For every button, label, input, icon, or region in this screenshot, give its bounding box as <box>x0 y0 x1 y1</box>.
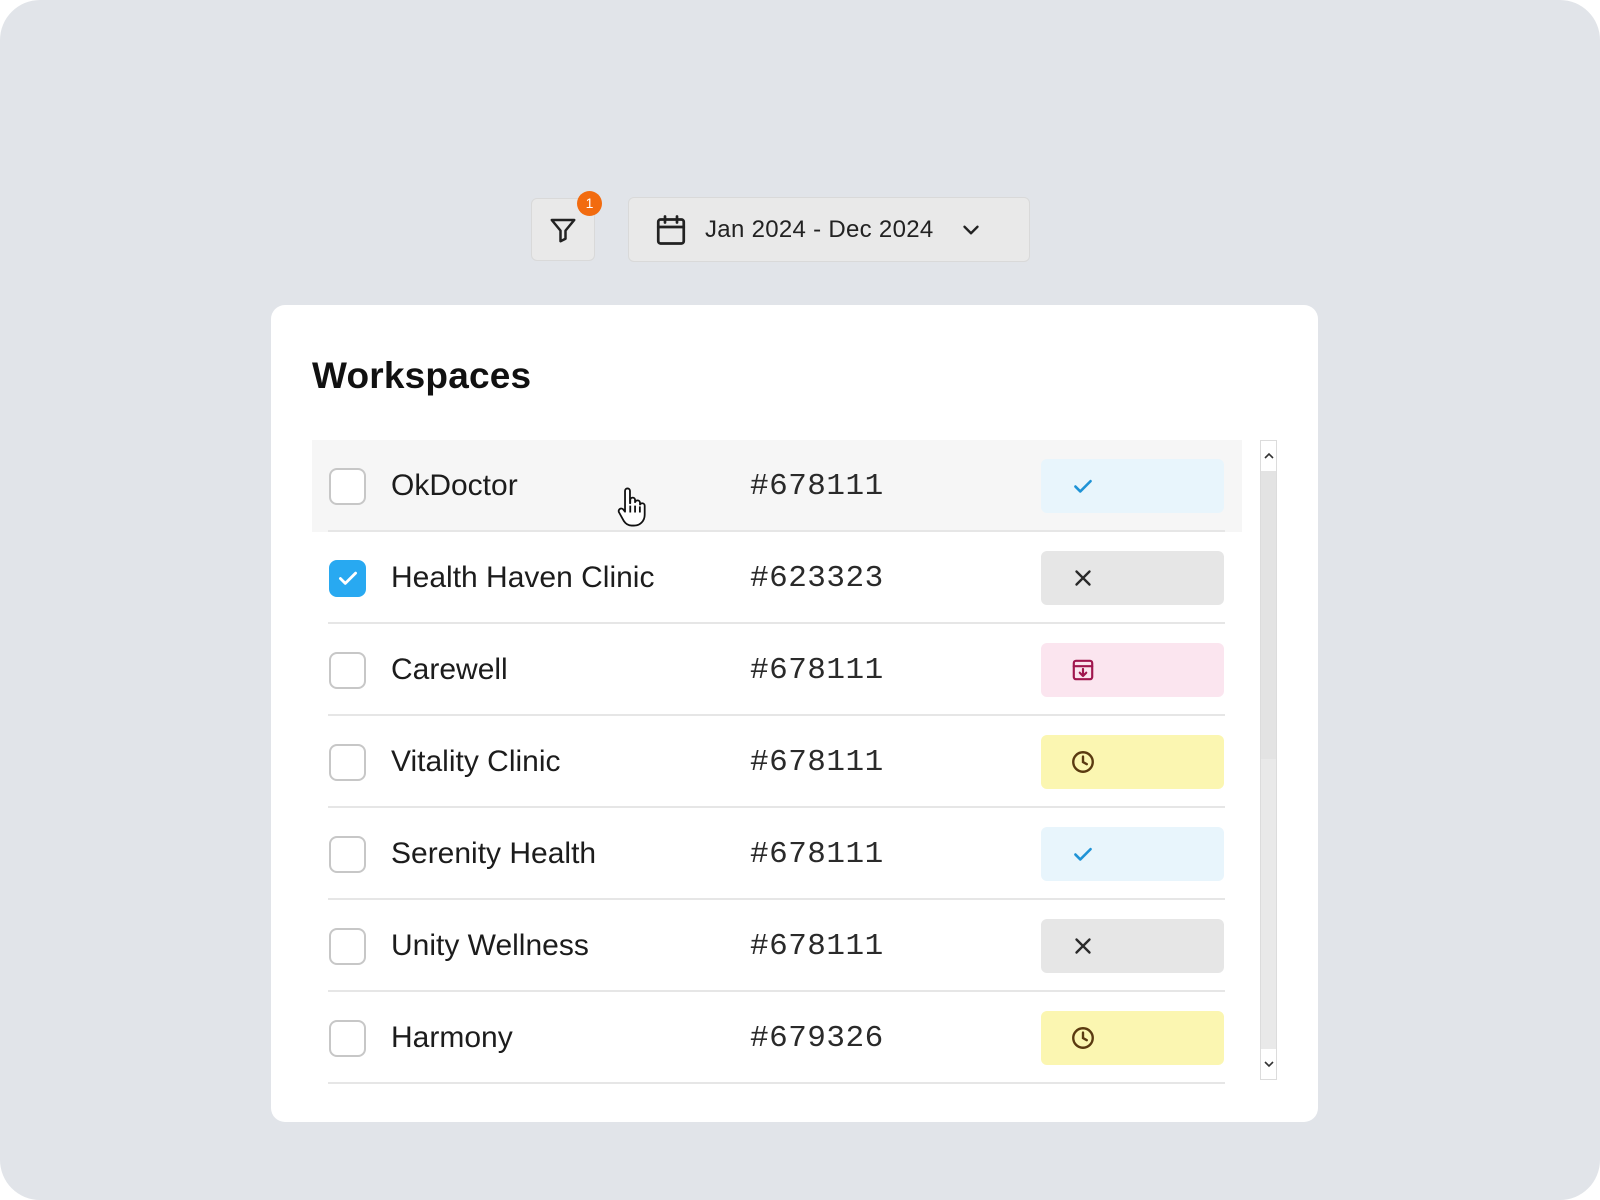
table-row[interactable]: Serenity Health #678111 <box>312 808 1242 900</box>
workspace-name: OkDoctor <box>391 469 518 502</box>
row-checkbox[interactable] <box>329 651 366 689</box>
scrollbar[interactable] <box>1260 440 1277 1080</box>
check-icon <box>1070 841 1096 867</box>
row-checkbox[interactable] <box>329 743 366 781</box>
date-range-dropdown[interactable]: Jan 2024 - Dec 2024 <box>628 197 1030 262</box>
workspace-id: #678111 <box>750 928 884 964</box>
card-title: Workspaces <box>312 355 532 396</box>
scroll-down-arrow[interactable] <box>1261 1049 1276 1079</box>
date-range-label: Jan 2024 - Dec 2024 <box>705 215 934 243</box>
x-icon <box>1070 565 1096 591</box>
x-icon <box>1070 933 1096 959</box>
status-badge-rejected[interactable] <box>1041 551 1224 605</box>
filter-icon <box>550 218 576 242</box>
status-badge-approved[interactable] <box>1041 827 1224 881</box>
status-badge-rejected[interactable] <box>1041 919 1224 973</box>
workspace-name: Health Haven Clinic <box>391 561 655 594</box>
table-row[interactable]: Carewell #678111 <box>312 624 1242 716</box>
status-badge-approved[interactable] <box>1041 459 1224 513</box>
table-row[interactable]: OkDoctor #678111 <box>312 440 1242 532</box>
clock-icon <box>1070 1025 1096 1051</box>
scroll-thumb[interactable] <box>1261 471 1276 759</box>
chevron-up-icon <box>1263 452 1274 459</box>
table-row[interactable]: Harmony #679326 <box>312 992 1242 1084</box>
scroll-up-arrow[interactable] <box>1261 441 1276 471</box>
workspace-id: #679326 <box>750 1020 884 1056</box>
workspace-list: OkDoctor #678111 Health Haven Clinic #62332… <box>312 440 1242 1084</box>
calendar-icon <box>656 214 686 245</box>
filter-count-badge: 1 <box>577 191 602 216</box>
workspace-name: Vitality Clinic <box>391 745 561 778</box>
workspace-name: Serenity Health <box>391 837 597 870</box>
app-background: 1 Jan 2024 - Dec 2024 Workspaces OkDocto… <box>0 0 1600 1200</box>
archive-icon <box>1070 657 1096 683</box>
workspace-name: Harmony <box>391 1021 513 1054</box>
row-checkbox[interactable] <box>329 835 366 873</box>
clock-icon <box>1070 749 1096 775</box>
checkmark-icon <box>338 571 357 585</box>
table-row[interactable]: Vitality Clinic #678111 <box>312 716 1242 808</box>
row-checkbox[interactable] <box>329 1019 366 1057</box>
hand-pointer-cursor-icon <box>616 485 650 529</box>
workspace-id: #678111 <box>750 652 884 688</box>
workspace-id: #623323 <box>750 560 884 596</box>
workspace-name: Unity Wellness <box>391 929 589 962</box>
workspace-id: #678111 <box>750 468 884 504</box>
row-checkbox[interactable] <box>329 927 366 965</box>
workspace-name: Carewell <box>391 653 508 686</box>
check-icon <box>1070 473 1096 499</box>
table-row[interactable]: Health Haven Clinic #623323 <box>312 532 1242 624</box>
status-badge-pending[interactable] <box>1041 1011 1224 1065</box>
row-checkbox[interactable] <box>329 559 366 597</box>
workspaces-card: Workspaces OkDoctor #678111 Health Haven C… <box>271 305 1318 1122</box>
chevron-down-icon <box>962 225 979 234</box>
workspace-id: #678111 <box>750 836 884 872</box>
status-badge-archived[interactable] <box>1041 643 1224 697</box>
chevron-down-icon <box>1263 1061 1274 1068</box>
status-badge-pending[interactable] <box>1041 735 1224 789</box>
workspace-id: #678111 <box>750 744 884 780</box>
row-divider <box>328 1082 1225 1084</box>
table-row[interactable]: Unity Wellness #678111 <box>312 900 1242 992</box>
row-checkbox[interactable] <box>329 467 366 505</box>
